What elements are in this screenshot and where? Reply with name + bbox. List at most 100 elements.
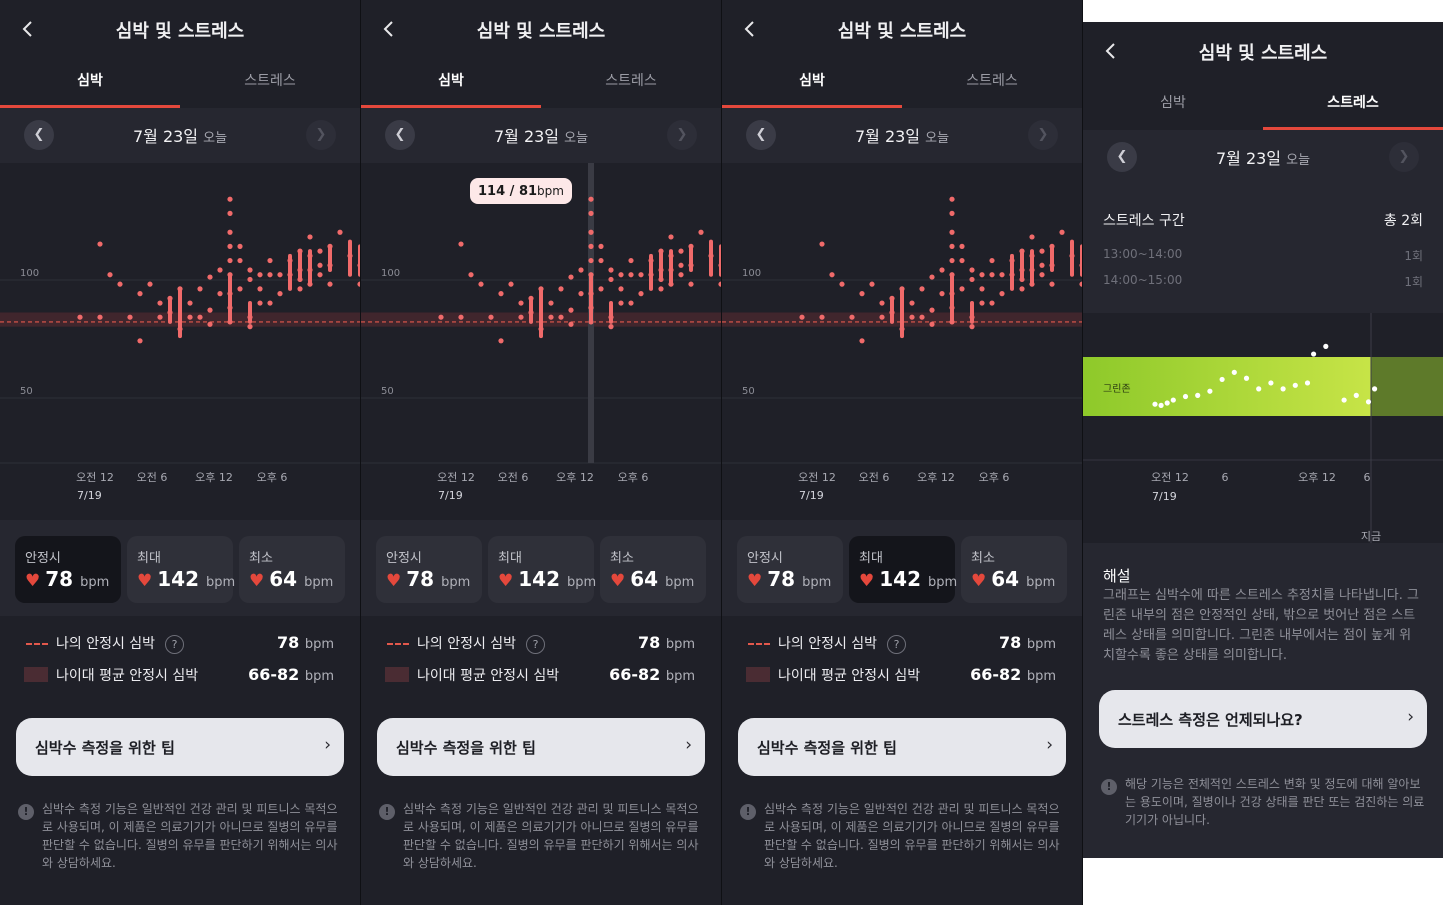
stat-value: 78 bbox=[406, 567, 435, 591]
panel-heart-tooltip: 심박 및 스트레스 심박 스트레스 ❮ 7월 23일 오늘 ❯ 150 bpm1… bbox=[361, 0, 721, 905]
next-date-button[interactable]: ❯ bbox=[1389, 142, 1419, 172]
heart-rate-point bbox=[548, 300, 554, 306]
tab-stress[interactable]: 스트레스 bbox=[902, 58, 1082, 106]
legend-unit: bpm bbox=[304, 637, 334, 652]
heart-rate-point bbox=[698, 229, 704, 235]
tab-stress[interactable]: 스트레스 bbox=[541, 58, 721, 106]
stat-card-min[interactable]: 최소 ♥ 64 bpm bbox=[961, 536, 1067, 603]
stat-card-rest[interactable]: 안정시 ♥ 78 bpm bbox=[15, 536, 121, 603]
stat-card-max[interactable]: 최대 ♥ 142 bpm bbox=[127, 536, 235, 603]
heart-rate-point bbox=[167, 295, 173, 301]
next-date-button[interactable]: ❯ bbox=[667, 120, 697, 150]
heart-rate-point bbox=[618, 286, 624, 292]
date-text: 7월 23일 bbox=[132, 127, 199, 146]
legend-value: 78 bbox=[637, 633, 661, 652]
heart-rate-chart: 150 bpm10050오전 12오전 6오후 12오후 67/19 bbox=[722, 163, 1082, 520]
heart-rate-point bbox=[628, 257, 634, 264]
heart-rate-point bbox=[327, 262, 333, 268]
legend-unit: bpm bbox=[1026, 669, 1056, 684]
stat-card-max[interactable]: 최대 ♥ 142 bpm bbox=[849, 536, 957, 603]
disclaimer-text: 해당 기능은 전체적인 스트레스 변화 및 정도에 대해 알아보는 용도이며, … bbox=[1125, 777, 1425, 827]
page-title: 심박 및 스트레스 bbox=[115, 21, 245, 42]
heart-rate-point bbox=[177, 326, 183, 332]
heart-rate-point bbox=[1019, 248, 1025, 254]
legend-unit: bpm bbox=[665, 669, 695, 684]
tab-heart-rate[interactable]: 심박 bbox=[722, 58, 902, 108]
chart-background bbox=[1083, 313, 1443, 543]
heart-rate-point bbox=[678, 248, 684, 254]
heart-rate-point bbox=[668, 234, 674, 240]
tips-button-label: 심박수 측정을 위한 팁 bbox=[757, 739, 897, 757]
stress-point bbox=[1219, 376, 1225, 383]
heart-rate-point bbox=[267, 300, 273, 306]
heart-rate-point bbox=[939, 291, 945, 297]
chart-background bbox=[361, 163, 721, 520]
stat-unit: bpm bbox=[1026, 575, 1056, 590]
stress-zones-total: 총 2회 bbox=[1383, 213, 1423, 229]
tab-heart-rate[interactable]: 심박 bbox=[361, 58, 541, 108]
x-tick-label: 오후 12 bbox=[917, 471, 955, 484]
tab-bar: 심박 스트레스 bbox=[722, 58, 1082, 109]
x-tick-label: 오전 6 bbox=[137, 471, 168, 484]
stat-card-rest[interactable]: 안정시 ♥ 78 bpm bbox=[376, 536, 482, 603]
heart-rate-point bbox=[508, 281, 514, 287]
heart-rate-point bbox=[638, 272, 644, 278]
tips-button[interactable]: 심박수 측정을 위한 팁 › bbox=[738, 718, 1066, 776]
next-date-button[interactable]: ❯ bbox=[1028, 120, 1058, 150]
explanation-text: 그래프는 심박수에 따른 스트레스 추정치를 나타냅니다. 그린존 내부의 점은… bbox=[1103, 588, 1419, 663]
heart-rate-point bbox=[959, 286, 965, 292]
stat-card-rest[interactable]: 안정시 ♥ 78 bpm bbox=[737, 536, 843, 603]
stress-point bbox=[1341, 397, 1347, 403]
heart-rate-point bbox=[227, 196, 233, 202]
help-icon[interactable]: ? bbox=[165, 635, 185, 654]
heart-rate-point bbox=[588, 291, 594, 297]
help-icon[interactable]: ? bbox=[887, 635, 907, 654]
heart-rate-point bbox=[518, 300, 524, 306]
heart-rate-point bbox=[97, 241, 103, 247]
heart-rate-point bbox=[287, 257, 293, 264]
legend-value: 66-82 bbox=[248, 665, 300, 684]
heart-rate-point bbox=[608, 324, 614, 330]
heart-rate-point bbox=[458, 314, 464, 320]
heart-rate-point bbox=[568, 274, 574, 280]
stat-value: 142 bbox=[879, 567, 921, 591]
stat-card-min[interactable]: 최소 ♥ 64 bpm bbox=[239, 536, 345, 603]
heart-rate-point bbox=[949, 210, 955, 216]
tips-button[interactable]: 심박수 측정을 위한 팁 › bbox=[16, 718, 344, 776]
y-tick-label: 100 bbox=[742, 268, 761, 279]
heart-rate-point bbox=[648, 272, 654, 278]
heart-rate-point bbox=[488, 314, 494, 320]
legend-age-average: 나이대 평균 안정시 심박 66-82 bpm bbox=[385, 663, 695, 689]
help-icon[interactable]: ? bbox=[526, 635, 546, 654]
heart-rate-point bbox=[989, 257, 995, 264]
heart-rate-point bbox=[869, 281, 875, 287]
stress-faq-button[interactable]: 스트레스 측정은 언제되나요? › bbox=[1099, 690, 1427, 748]
heart-rate-point bbox=[608, 267, 614, 273]
stat-value: 64 bbox=[630, 567, 659, 591]
stat-card-min[interactable]: 최소 ♥ 64 bpm bbox=[600, 536, 706, 603]
tips-button[interactable]: 심박수 측정을 위한 팁 › bbox=[377, 718, 705, 776]
tab-stress[interactable]: 스트레스 bbox=[1263, 80, 1443, 130]
tab-heart-rate[interactable]: 심박 bbox=[0, 58, 180, 108]
chevron-right-icon: › bbox=[324, 735, 331, 755]
stat-value: 64 bbox=[269, 567, 298, 591]
stat-card-max[interactable]: 최대 ♥ 142 bpm bbox=[488, 536, 596, 603]
date-navigator: ❮ 7월 23일 오늘 ❯ bbox=[1083, 130, 1443, 185]
next-date-button[interactable]: ❯ bbox=[306, 120, 336, 150]
y-tick-label: 50 bbox=[742, 386, 755, 397]
explanation-section: 해설 그래프는 심박수에 따른 스트레스 추정치를 나타냅니다. 그린존 내부의… bbox=[1083, 543, 1443, 858]
heart-rate-point bbox=[1069, 253, 1075, 259]
heart-rate-chart: 150 bpm10050오전 12오전 6오후 12오후 67/19 bbox=[0, 163, 360, 520]
tab-stress[interactable]: 스트레스 bbox=[180, 58, 360, 106]
heart-rate-point bbox=[608, 276, 614, 283]
stat-unit: bpm bbox=[665, 575, 695, 590]
heart-rate-point bbox=[949, 229, 955, 235]
tab-heart-rate[interactable]: 심박 bbox=[1083, 80, 1263, 128]
panel-divider bbox=[721, 0, 722, 905]
disclaimer-text: 심박수 측정 기능은 일반적인 건강 관리 및 피트니스 목적으로 사용되며, … bbox=[42, 802, 338, 870]
x-tick-label: 오전 12 bbox=[76, 471, 114, 484]
heart-rate-point bbox=[438, 314, 444, 320]
stat-label: 안정시 bbox=[747, 551, 783, 566]
stat-label: 안정시 bbox=[25, 551, 61, 566]
heart-rate-point bbox=[588, 243, 594, 249]
